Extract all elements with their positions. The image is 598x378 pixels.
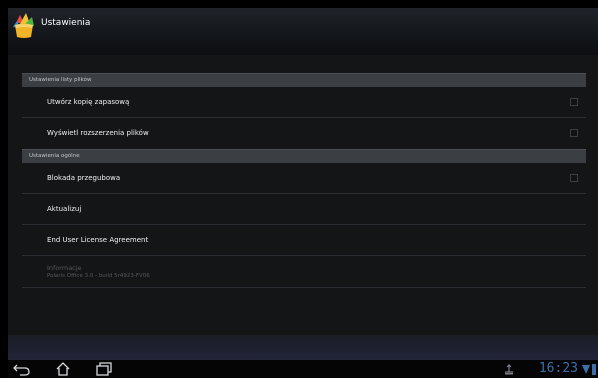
setting-about: Informacje Polaris Office 3.0 - build 5r… xyxy=(22,256,586,288)
battery-icon xyxy=(592,364,596,375)
setting-label: End User License Agreement xyxy=(47,236,149,244)
setting-label: Aktualizuj xyxy=(47,205,82,213)
title-bar: Ustawienia xyxy=(8,8,598,55)
system-bar: 16:23 xyxy=(8,360,598,378)
polaris-office-icon[interactable] xyxy=(10,11,38,39)
clock[interactable]: 16:23 xyxy=(539,360,578,378)
setting-backup[interactable]: Utwórz kopię zapasową xyxy=(22,87,586,118)
section-header-general: Ustawienia ogólne xyxy=(22,149,586,163)
setting-eula[interactable]: End User License Agreement xyxy=(22,225,586,256)
usb-icon xyxy=(505,364,513,375)
wifi-icon xyxy=(582,365,590,374)
setting-label: Wyświetl rozszerzenia plików xyxy=(47,129,149,137)
home-icon[interactable] xyxy=(52,361,74,377)
recent-apps-icon[interactable] xyxy=(92,361,114,377)
section-header-file-list: Ustawienia listy plików xyxy=(22,73,586,87)
settings-content: Ustawienia listy plików Utwórz kopię zap… xyxy=(8,55,598,335)
backup-checkbox[interactable] xyxy=(570,98,578,106)
setting-rotation-lock[interactable]: Blokada przegubowa xyxy=(22,163,586,194)
rotation-lock-checkbox[interactable] xyxy=(570,174,578,182)
setting-label: Blokada przegubowa xyxy=(47,174,121,182)
page-title: Ustawienia xyxy=(41,18,91,28)
setting-update[interactable]: Aktualizuj xyxy=(22,194,586,225)
back-icon[interactable] xyxy=(11,361,33,377)
bottom-band xyxy=(8,335,598,360)
app-window: Ustawienia Ustawienia listy plików Utwór… xyxy=(8,8,598,378)
setting-label: Utwórz kopię zapasową xyxy=(47,98,130,106)
settings-list: Ustawienia listy plików Utwórz kopię zap… xyxy=(22,73,586,288)
show-extensions-checkbox[interactable] xyxy=(570,129,578,137)
setting-show-extensions[interactable]: Wyświetl rozszerzenia plików xyxy=(22,118,586,149)
version-text: Polaris Office 3.0 - build 5r4923-FV06 xyxy=(47,273,150,279)
setting-label: Informacje xyxy=(47,264,82,272)
